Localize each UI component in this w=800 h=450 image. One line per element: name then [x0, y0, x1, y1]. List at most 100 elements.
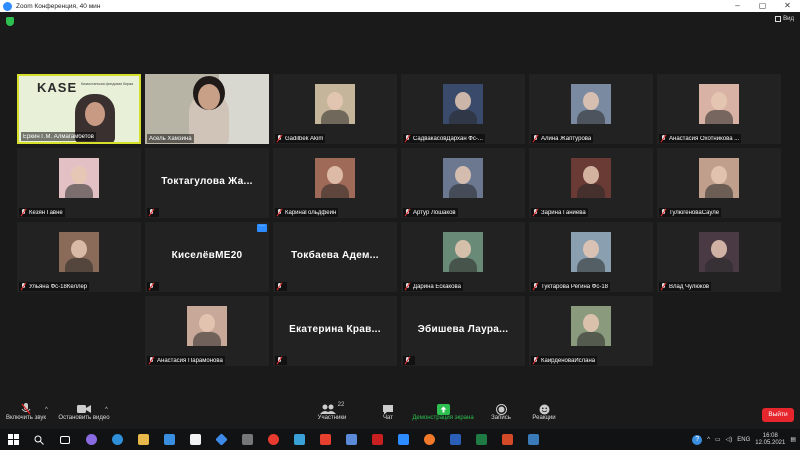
muted-mic-icon [533, 135, 538, 142]
kase-tagline: Казахстанская фондовая биржа [81, 82, 134, 86]
participant-label: СадвакасовДархан Фс-... [403, 134, 485, 143]
participant-tile[interactable]: Токбаева Адем... [273, 222, 397, 292]
help-icon[interactable]: ? [692, 434, 703, 445]
yandex-icon[interactable] [312, 429, 338, 450]
volume-icon[interactable]: ◁) [726, 436, 733, 443]
participant-label: КаринаГольдфейн [275, 208, 339, 217]
unmute-button[interactable]: Включить звук ^ [5, 403, 48, 421]
muted-mic-icon [149, 283, 154, 290]
participant-tile[interactable]: Анастасия Охотникова ... [657, 74, 781, 144]
participant-tile[interactable]: КаринаГольдфейн [273, 148, 397, 218]
kase-logo: KASE [37, 80, 78, 95]
participant-tile[interactable]: Gadilbek Akim [273, 74, 397, 144]
meeting-area: Вид KASE Казахстанская фондовая биржа Ерки… [0, 12, 800, 397]
close-icon[interactable]: ✕ [775, 0, 800, 12]
start-windows-icon[interactable] [0, 429, 26, 450]
edge-browser-icon[interactable] [104, 429, 130, 450]
adobe-icon[interactable] [364, 429, 390, 450]
photos-icon[interactable] [286, 429, 312, 450]
participant-tile[interactable]: Дарина Ескакова [401, 222, 525, 292]
participant-tile[interactable]: Алина Жаптурова [529, 74, 653, 144]
mail-icon[interactable] [156, 429, 182, 450]
muted-mic-icon [661, 209, 666, 216]
chat-bubble-icon [377, 403, 399, 415]
muted-mic-icon [277, 209, 282, 216]
keyboard-language[interactable]: ENG [737, 437, 750, 443]
chat-button[interactable]: Чат [377, 403, 399, 421]
participants-button[interactable]: 22 Участники [312, 402, 352, 421]
participant-label [275, 282, 287, 291]
participant-name-display: Эбишева Лаура... [417, 324, 509, 335]
reactions-button[interactable]: Реакции [529, 403, 559, 421]
person-face [85, 102, 105, 126]
dropbox-icon[interactable] [208, 429, 234, 450]
leave-meeting-button[interactable]: Выйти [762, 408, 794, 422]
participant-tile[interactable]: Влад Чулюков [657, 222, 781, 292]
muted-mic-icon [405, 283, 410, 290]
muted-mic-icon [405, 209, 410, 216]
file-explorer-icon[interactable] [130, 429, 156, 450]
zoom-logo-icon [3, 1, 12, 11]
yandex-browser-icon[interactable] [260, 429, 286, 450]
participant-tile[interactable]: Екатерина Крав... [273, 296, 397, 366]
chevron-up-icon[interactable]: ^ [45, 407, 48, 413]
notifications-icon[interactable]: ▤ [790, 436, 796, 443]
maximize-icon[interactable]: ▢ [750, 0, 775, 12]
window-titlebar: Zoom Конференция, 40 мин – ▢ ✕ [0, 0, 800, 12]
firefox-icon[interactable] [416, 429, 442, 450]
amazon-icon[interactable] [182, 429, 208, 450]
participant-label: Анастасия Парамонова [147, 356, 225, 365]
muted-mic-icon [21, 209, 26, 216]
tools-icon[interactable] [234, 429, 260, 450]
clock[interactable]: 16:08 12.05.2021 [755, 433, 785, 447]
participant-tile[interactable]: ТулюгеноваСауле [657, 148, 781, 218]
participant-tile[interactable]: Туктарова Регина Фс-18 [529, 222, 653, 292]
participant-tile[interactable]: КаирденоваИслана [529, 296, 653, 366]
participant-tile[interactable]: Асель Хамзина [145, 74, 269, 144]
excel-icon[interactable] [468, 429, 494, 450]
participant-photo [59, 158, 99, 198]
muted-mic-icon [661, 135, 666, 142]
search-icon[interactable] [26, 429, 52, 450]
participant-name: Асель Хамзина [149, 135, 192, 142]
zoom-taskbar-icon[interactable] [390, 429, 416, 450]
record-button[interactable]: Запись [488, 403, 514, 421]
participant-name: Зарина Ганиева [541, 209, 586, 216]
view-button[interactable]: Вид [775, 16, 794, 22]
participant-tile[interactable]: Анастасия Парамонова [145, 296, 269, 366]
word-icon[interactable] [442, 429, 468, 450]
shield-icon[interactable] [6, 17, 14, 26]
participant-tile[interactable]: КиселёвME20 ··· [145, 222, 269, 292]
participant-tile[interactable]: Артур Лошаков [401, 148, 525, 218]
participant-name: Кезян Гавне [29, 209, 63, 216]
participant-tile[interactable]: KASE Казахстанская фондовая биржа Еркин Г.… [17, 74, 141, 144]
chevron-up-icon[interactable]: ^ [707, 437, 710, 443]
participant-tile[interactable]: Эбишева Лаура... [401, 296, 525, 366]
meeting-toolbar: Включить звук ^ Остановить видео ^ 22 Уч… [0, 397, 800, 429]
participant-tile[interactable]: Зарина Ганиева [529, 148, 653, 218]
powerpoint-icon[interactable] [494, 429, 520, 450]
participant-photo [699, 158, 739, 198]
stop-video-button[interactable]: Остановить видео ^ [57, 403, 111, 421]
participant-label: Зарина Ганиева [531, 208, 588, 217]
participant-tile[interactable]: СадвакасовДархан Фс-... [401, 74, 525, 144]
participant-photo [571, 158, 611, 198]
chevron-up-icon[interactable]: ^ [105, 407, 108, 413]
task-view-icon[interactable] [52, 429, 78, 450]
participant-tile[interactable]: Ульяна Фс-18Келлер [17, 222, 141, 292]
share-screen-button[interactable]: Демонстрация экрана [408, 403, 478, 421]
participant-tile[interactable]: Кезян Гавне [17, 148, 141, 218]
participant-name-display: Екатерина Крав... [289, 324, 381, 335]
minimize-icon[interactable]: – [725, 0, 750, 12]
app-icon[interactable] [520, 429, 546, 450]
participant-name: Gadilbek Akim [285, 135, 324, 142]
store-icon[interactable] [338, 429, 364, 450]
network-icon[interactable]: ▭ [715, 436, 721, 443]
participant-photo [59, 232, 99, 272]
smiley-icon [529, 403, 559, 415]
cortana-icon[interactable] [78, 429, 104, 450]
muted-mic-icon [277, 357, 282, 364]
participant-tile[interactable]: Токтагулова Жа... [145, 148, 269, 218]
more-options-button[interactable]: ··· [257, 223, 267, 232]
participant-label [147, 208, 159, 217]
